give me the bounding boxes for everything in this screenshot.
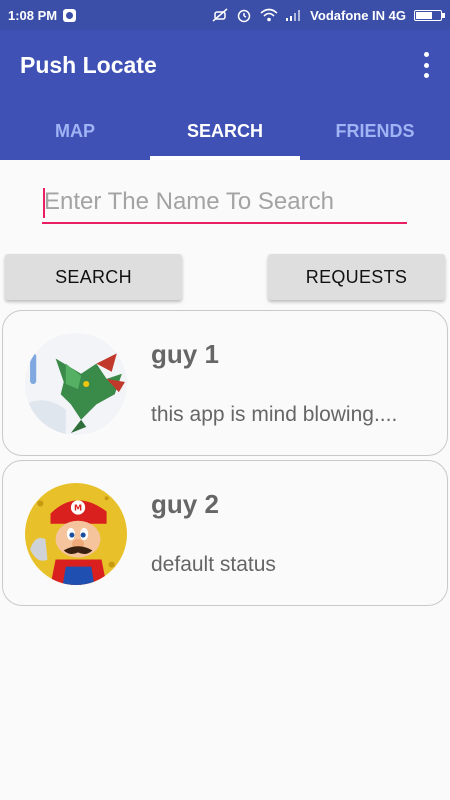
tab-friends[interactable]: FRIENDS — [300, 102, 450, 160]
tab-search[interactable]: SEARCH — [150, 102, 300, 160]
wifi-icon — [260, 8, 278, 22]
battery-icon — [414, 9, 445, 21]
result-status: default status — [151, 553, 276, 576]
app-bar: Push Locate MAP SEARCH FRIENDS — [0, 30, 450, 160]
signal-icon — [286, 10, 301, 21]
mute-icon — [212, 8, 228, 22]
status-icons: Vodafone IN 4G — [212, 7, 445, 23]
text-cursor — [43, 188, 45, 218]
result-card[interactable]: M guy 2 default status — [2, 460, 448, 606]
result-status: this app is mind blowing.... — [151, 403, 398, 426]
whatsapp-icon — [63, 8, 77, 22]
result-name: guy 1 — [151, 339, 219, 369]
status-bar: 1:08 PM Vodafone IN 4G — [0, 0, 450, 30]
overflow-menu-icon[interactable] — [422, 52, 430, 78]
result-card[interactable]: guy 1 this app is mind blowing.... — [2, 310, 448, 456]
rayquaza-avatar — [25, 333, 127, 435]
search-input[interactable] — [42, 182, 407, 224]
search-button[interactable]: SEARCH — [5, 254, 182, 300]
requests-button[interactable]: REQUESTS — [268, 254, 445, 300]
app-title: Push Locate — [20, 52, 157, 78]
mario-avatar: M — [25, 483, 127, 585]
carrier-label: Vodafone IN 4G — [310, 7, 406, 23]
svg-text:M: M — [74, 503, 82, 513]
result-name: guy 2 — [151, 489, 219, 519]
status-time: 1:08 PM — [8, 7, 58, 23]
tab-map[interactable]: MAP — [0, 102, 150, 160]
tab-bar: MAP SEARCH FRIENDS — [0, 102, 450, 160]
alarm-icon — [237, 9, 251, 23]
